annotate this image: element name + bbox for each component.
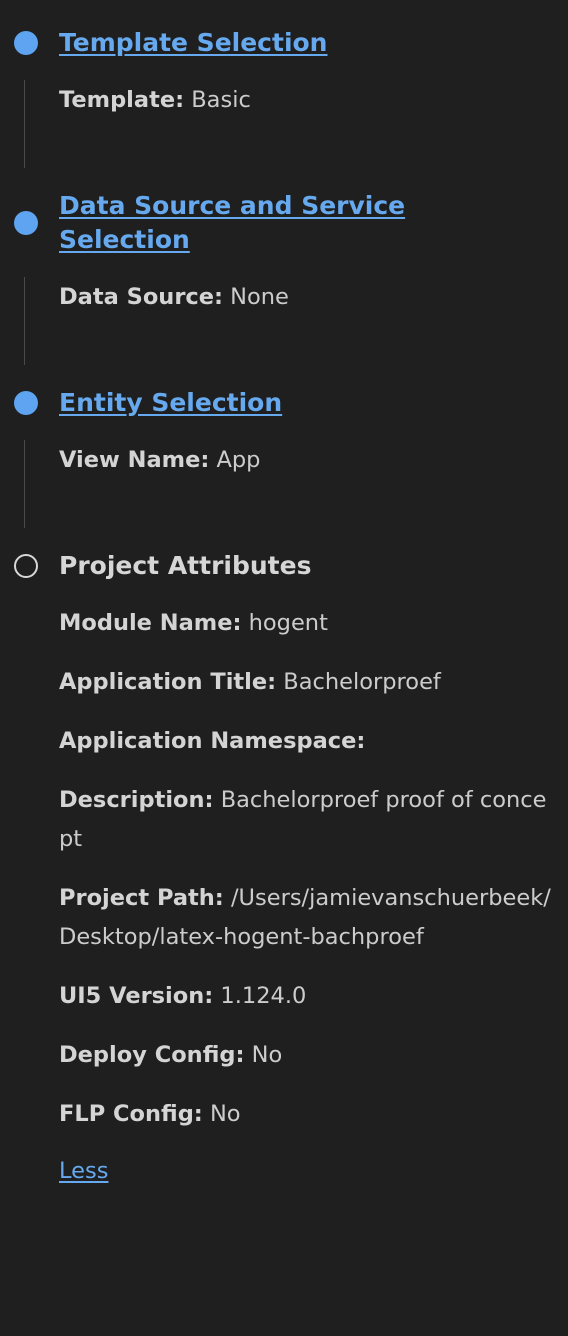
step-title-link-template-selection[interactable]: Template Selection <box>59 26 327 60</box>
step-title-link-data-source-line2[interactable]: Selection <box>59 223 190 257</box>
field-value: No <box>209 1101 241 1127</box>
field-value: No <box>251 1042 283 1068</box>
step-connector-line <box>24 440 25 528</box>
step-title-link-data-source-line1[interactable]: Data Source and Service <box>59 189 405 223</box>
field-data-source: Data Source: None <box>59 278 559 317</box>
step-completed-dot-icon <box>14 391 38 415</box>
field-flp-config: FLP Config: No <box>59 1095 559 1134</box>
field-value: 1.124.0 <box>220 983 307 1009</box>
step-title-link-entity-selection[interactable]: Entity Selection <box>59 386 282 420</box>
step-current-circle-icon <box>14 554 38 578</box>
field-template: Template: Basic <box>59 81 559 120</box>
step-connector-line <box>24 80 25 168</box>
step-title-project-attributes: Project Attributes <box>59 551 312 580</box>
field-value: None <box>230 284 289 310</box>
field-label: Module Name: <box>59 610 242 636</box>
field-view-name: View Name: App <box>59 441 559 480</box>
field-project-path: Project Path: /Users/jamievanschuerbeek/… <box>59 879 559 957</box>
field-label: Application Title: <box>59 669 277 695</box>
field-label: UI5 Version: <box>59 983 214 1009</box>
field-label: Application Namespace: <box>59 728 366 754</box>
field-deploy-config: Deploy Config: No <box>59 1036 559 1075</box>
field-application-namespace: Application Namespace: <box>59 722 559 761</box>
field-label: Data Source: <box>59 284 224 310</box>
less-toggle-link[interactable]: Less <box>59 1158 108 1184</box>
field-value: hogent <box>248 610 328 636</box>
field-application-title: Application Title: Bachelorproef <box>59 663 559 702</box>
step-completed-dot-icon <box>14 211 38 235</box>
field-label: Deploy Config: <box>59 1042 245 1068</box>
field-value: App <box>216 447 261 473</box>
field-label: Project Path: <box>59 885 224 911</box>
field-label: FLP Config: <box>59 1101 203 1127</box>
field-value: Basic <box>191 87 251 113</box>
field-label: Template: <box>59 87 185 113</box>
field-value: Bachelorproef <box>283 669 441 695</box>
field-label: Description: <box>59 787 214 813</box>
field-ui5-version: UI5 Version: 1.124.0 <box>59 977 559 1016</box>
step-completed-dot-icon <box>14 31 38 55</box>
field-description: Description: Bachelorproef proof of conc… <box>59 781 559 859</box>
field-module-name: Module Name: hogent <box>59 604 559 643</box>
field-label: View Name: <box>59 447 210 473</box>
step-connector-line <box>24 277 25 365</box>
